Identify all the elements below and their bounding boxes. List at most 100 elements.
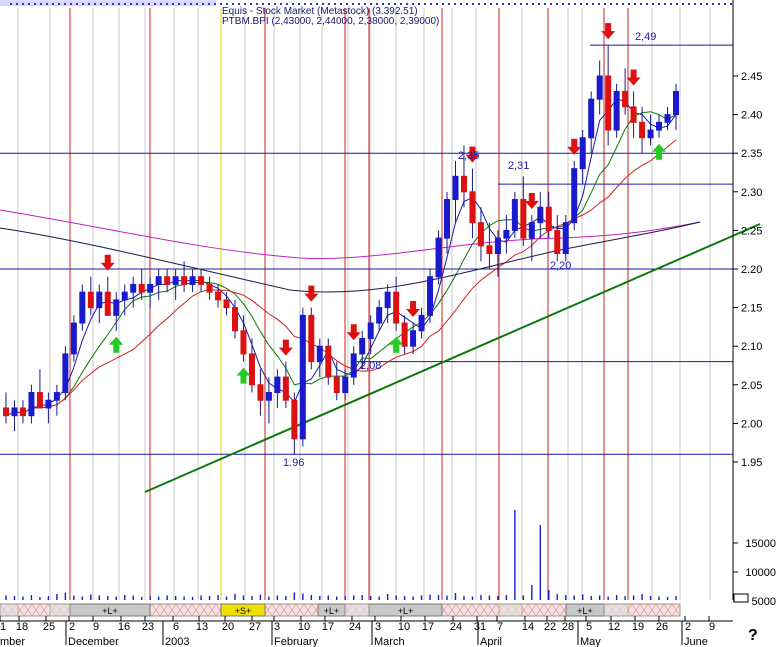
grid-dot [550,3,552,5]
grid-dot [136,3,138,5]
day-tick-label: 2 [685,621,691,633]
volume-bar [157,596,160,600]
grid-dot [58,3,60,5]
grid-dot [214,3,216,5]
grid-dot [10,3,12,5]
day-tick-label: 28 [562,621,574,633]
candle-body [155,276,162,285]
grid-dot [82,3,84,5]
volume-bar [200,595,202,600]
grid-dot [118,3,120,5]
candle-body [452,175,459,201]
candle-body [647,129,654,139]
volume-bar [208,596,211,600]
candle-body [79,291,86,324]
grid-dot [538,3,540,5]
price-tick-label: 2.15 [741,303,762,315]
candle-body [503,229,510,239]
candle-body [104,291,111,316]
volume-bar [675,596,677,600]
grid-dot [202,3,204,5]
candle-body [359,337,366,355]
grid-dot [484,3,486,5]
grid-dot [622,3,624,5]
level-label: 2,49 [635,31,656,43]
grid-dot [52,3,54,5]
grid-dot [454,3,456,5]
candle-body [435,237,442,278]
candle-body [393,291,400,324]
grid-dot [508,3,510,5]
grid-dot [424,3,426,5]
volume-bar [437,595,440,600]
grid-dot [490,3,492,5]
candle-body [469,191,476,224]
grid-dot [412,3,414,5]
grid-dot [268,3,270,5]
candle-body [605,75,612,131]
day-tick-label: 14 [522,621,534,633]
volume-bar [81,596,84,600]
grid-dot [652,3,654,5]
volume-bar [344,596,346,600]
period-gap [0,603,19,617]
grid-dot [178,3,180,5]
candle-body [316,345,323,363]
volume-bar [251,596,253,600]
day-tick-label: 10 [398,621,410,633]
candle-body [418,314,425,332]
volume-bar [13,596,16,600]
day-tick-label: 16 [118,621,130,633]
volume-bar [386,594,389,600]
period-gap [498,603,523,617]
day-tick-label: 5 [586,621,592,633]
level-label: 2,08 [360,360,381,372]
grid-dot [88,3,90,5]
day-tick-label: 6 [173,621,179,633]
grid-dot [532,3,534,5]
volume-bar [454,593,457,600]
candle-body [62,353,69,394]
day-tick-label: 23 [142,621,154,633]
grid-dot [442,3,444,5]
grid-dot [190,3,192,5]
volume-bar [39,597,41,600]
help-question-icon[interactable]: ? [748,627,758,644]
grid-dot [616,3,618,5]
day-tick-label: 3 [274,621,280,633]
grid-dot [70,3,72,5]
volume-bar [5,595,7,600]
volume-bar [64,592,67,600]
candle-body [342,376,349,394]
candle-body [45,399,52,409]
grid-dot [640,3,642,5]
candle-body [664,114,671,123]
volume-bar [488,595,491,600]
grid-dot [586,3,588,5]
volume-bar [319,596,321,600]
volume-bar [149,596,151,600]
candle-body [486,245,493,255]
period-gap [49,603,71,617]
price-tick-label: 2.35 [741,148,762,160]
candle-body [138,283,145,293]
price-tick-label: 2.20 [741,264,762,276]
volume-bar [310,595,313,600]
volume-tick-label: 10000 [745,567,776,579]
candle-body [401,322,408,347]
candle-body [265,392,272,401]
volume-bar [378,596,380,600]
grid-dot [244,3,246,5]
grid-dot [430,3,432,5]
period-label: +S+ [235,606,252,616]
candle-body [231,307,238,332]
volume-bar [225,596,228,600]
grid-dot [40,3,42,5]
grid-dot [718,3,720,5]
candle-body [537,206,544,224]
day-tick-label: 3 [375,621,381,633]
candle-body [528,222,535,239]
grid-dot [256,3,258,5]
month-label: 2003 [165,636,189,647]
day-tick-label: 10 [298,621,310,633]
